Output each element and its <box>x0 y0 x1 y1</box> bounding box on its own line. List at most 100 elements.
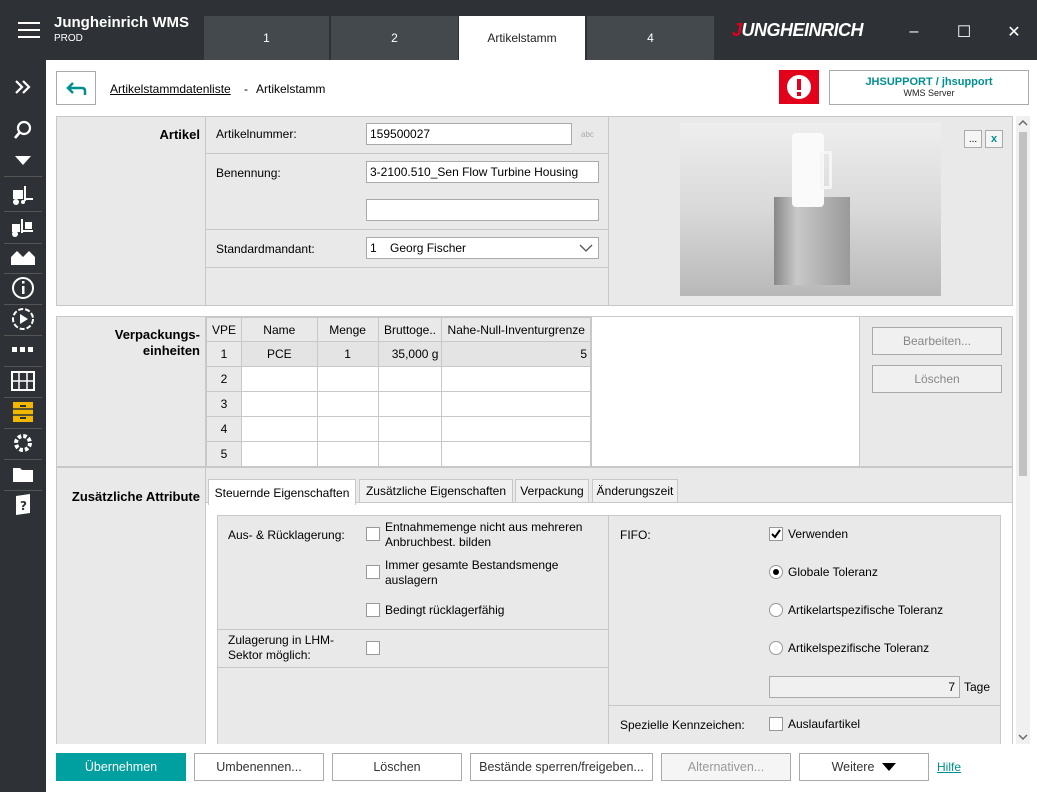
nahe-null-cell[interactable] <box>441 416 591 442</box>
brutto-cell[interactable]: 35,000 g <box>377 341 443 367</box>
gear-icon[interactable] <box>8 429 38 457</box>
dropdown-arrow-icon[interactable] <box>8 146 38 174</box>
table-row[interactable]: 3 <box>206 391 591 417</box>
tab-verpackung[interactable]: Verpackung <box>515 479 589 503</box>
table-row[interactable]: 1 PCE 1 35,000 g 5 <box>206 341 591 367</box>
name-cell[interactable]: PCE <box>240 341 318 367</box>
vpe-table: VPE Name Menge Bruttoge.. Nahe-Null-Inve… <box>206 317 591 467</box>
table-row[interactable]: 4 <box>206 416 591 442</box>
app-environment: PROD <box>54 33 83 44</box>
info-icon[interactable] <box>8 274 38 302</box>
gesamte-bestandsmenge-label: Immer gesamte Bestandsmenge auslagern <box>385 558 559 587</box>
forklift-pallet-icon[interactable] <box>8 213 38 241</box>
benennung-label: Benennung: <box>216 166 281 180</box>
help-book-icon[interactable]: ? <box>8 491 38 519</box>
zulagerung-checkbox[interactable] <box>366 641 380 655</box>
tab-artikelstamm[interactable]: Artikelstamm <box>459 16 585 60</box>
storage-drawer-icon[interactable] <box>8 398 38 426</box>
tab-1[interactable]: 1 <box>204 16 329 60</box>
benennung2-field[interactable] <box>366 199 599 221</box>
entnahmemenge-checkbox[interactable] <box>366 527 380 541</box>
name-cell[interactable] <box>240 366 318 392</box>
tab-zusaetzliche-eigenschaften[interactable]: Zusätzliche Eigenschaften <box>359 479 513 503</box>
vertical-scrollbar[interactable] <box>1016 116 1030 744</box>
artikelartspezifische-toleranz-radio[interactable] <box>769 603 783 617</box>
artikelspezifische-toleranz-radio[interactable] <box>769 641 783 655</box>
tab-2[interactable]: 2 <box>331 16 458 60</box>
folder-icon[interactable] <box>8 460 38 488</box>
menge-cell[interactable] <box>316 416 379 442</box>
standardmandant-select[interactable]: 1 Georg Fischer <box>366 237 599 259</box>
name-cell[interactable] <box>240 391 318 417</box>
brutto-cell[interactable] <box>377 366 443 392</box>
benennung-field[interactable]: 3-2100.510_Sen Flow Turbine Housing <box>366 161 599 183</box>
column-header-name[interactable]: Name <box>240 317 318 342</box>
expand-icon[interactable] <box>8 73 38 101</box>
image-browse-button[interactable]: ... <box>964 130 982 148</box>
table-row[interactable]: 5 <box>206 441 591 467</box>
tab-4[interactable]: 4 <box>587 16 714 60</box>
search-icon[interactable] <box>8 116 38 144</box>
scrollbar-thumb[interactable] <box>1019 132 1027 476</box>
bestaende-sperren-button[interactable]: Bestände sperren/freigeben... <box>470 753 653 781</box>
vpe-cell: 5 <box>206 441 242 467</box>
auslaufartikel-label: Auslaufartikel <box>788 717 861 731</box>
alternativen-button[interactable]: Alternativen... <box>661 753 791 781</box>
more-dots-icon[interactable] <box>8 336 38 364</box>
globale-toleranz-radio[interactable] <box>769 565 783 579</box>
name-cell[interactable] <box>240 416 318 442</box>
brutto-cell[interactable] <box>377 441 443 467</box>
close-window-button[interactable]: ✕ <box>999 20 1029 44</box>
loeschen-button[interactable]: Löschen <box>332 753 462 781</box>
column-header-bruttogewicht[interactable]: Bruttoge.. <box>377 317 443 342</box>
column-header-menge[interactable]: Menge <box>316 317 379 342</box>
bearbeiten-button[interactable]: Bearbeiten... <box>872 327 1002 355</box>
globale-toleranz-label: Globale Toleranz <box>788 565 878 579</box>
rack-layout-icon[interactable] <box>8 367 38 395</box>
menge-cell[interactable] <box>316 391 379 417</box>
user-info-button[interactable]: JHSUPPORT / jhsupport WMS Server <box>829 70 1029 105</box>
tab-steuernde-eigenschaften[interactable]: Steuernde Eigenschaften <box>208 479 356 505</box>
user-server: WMS Server <box>903 88 955 98</box>
alert-button[interactable] <box>779 70 819 104</box>
minimize-button[interactable]: – <box>899 20 929 44</box>
fifo-label: FIFO: <box>620 528 651 542</box>
nahe-null-cell[interactable] <box>441 366 591 392</box>
nahe-null-cell[interactable] <box>441 441 591 467</box>
column-header-nahe-null[interactable]: Nahe-Null-Inventurgrenze <box>441 317 591 342</box>
forklift-icon[interactable] <box>8 181 38 209</box>
vpe-loeschen-button[interactable]: Löschen <box>872 365 1002 393</box>
hamburger-menu-icon[interactable] <box>18 22 40 38</box>
warehouse-icon[interactable] <box>8 243 38 271</box>
uebernehmen-button[interactable]: Übernehmen <box>56 753 186 781</box>
umbenennen-button[interactable]: Umbenennen... <box>194 753 324 781</box>
brutto-cell[interactable] <box>377 391 443 417</box>
back-button[interactable] <box>56 71 96 105</box>
name-cell[interactable] <box>240 441 318 467</box>
hilfe-link[interactable]: Hilfe <box>937 760 961 774</box>
bedingt-ruecklagerfaehig-checkbox[interactable] <box>366 603 380 617</box>
artikelnummer-field[interactable]: 159500027 <box>366 123 572 145</box>
menge-cell[interactable] <box>316 366 379 392</box>
breadcrumb-artikelstammdatenliste[interactable]: Artikelstammdatenliste <box>110 82 231 96</box>
tab-aenderungszeit[interactable]: Änderungszeit <box>592 479 678 503</box>
gesamte-bestandsmenge-checkbox[interactable] <box>366 565 380 579</box>
menge-cell[interactable]: 1 <box>316 341 379 367</box>
nahe-null-cell[interactable] <box>441 391 591 417</box>
menge-cell[interactable] <box>316 441 379 467</box>
image-remove-button[interactable]: x <box>985 130 1003 148</box>
spellcheck-hint: abc <box>581 130 594 139</box>
auslagerung-label: Aus- & Rücklagerung: <box>228 528 345 542</box>
auslaufartikel-checkbox[interactable] <box>769 717 783 731</box>
maximize-button[interactable]: ☐ <box>949 20 979 44</box>
table-row[interactable]: 2 <box>206 366 591 392</box>
weitere-button[interactable]: Weitere <box>799 753 929 781</box>
fifo-verwenden-checkbox[interactable] <box>769 527 783 541</box>
artikelartspezifische-toleranz-label: Artikelartspezifische Toleranz <box>788 603 944 617</box>
nahe-null-cell[interactable]: 5 <box>441 341 591 367</box>
tage-field[interactable]: 7 <box>769 676 960 698</box>
column-header-vpe[interactable]: VPE <box>206 317 242 342</box>
product-image <box>680 123 941 296</box>
brutto-cell[interactable] <box>377 416 443 442</box>
play-cycle-icon[interactable] <box>8 305 38 333</box>
